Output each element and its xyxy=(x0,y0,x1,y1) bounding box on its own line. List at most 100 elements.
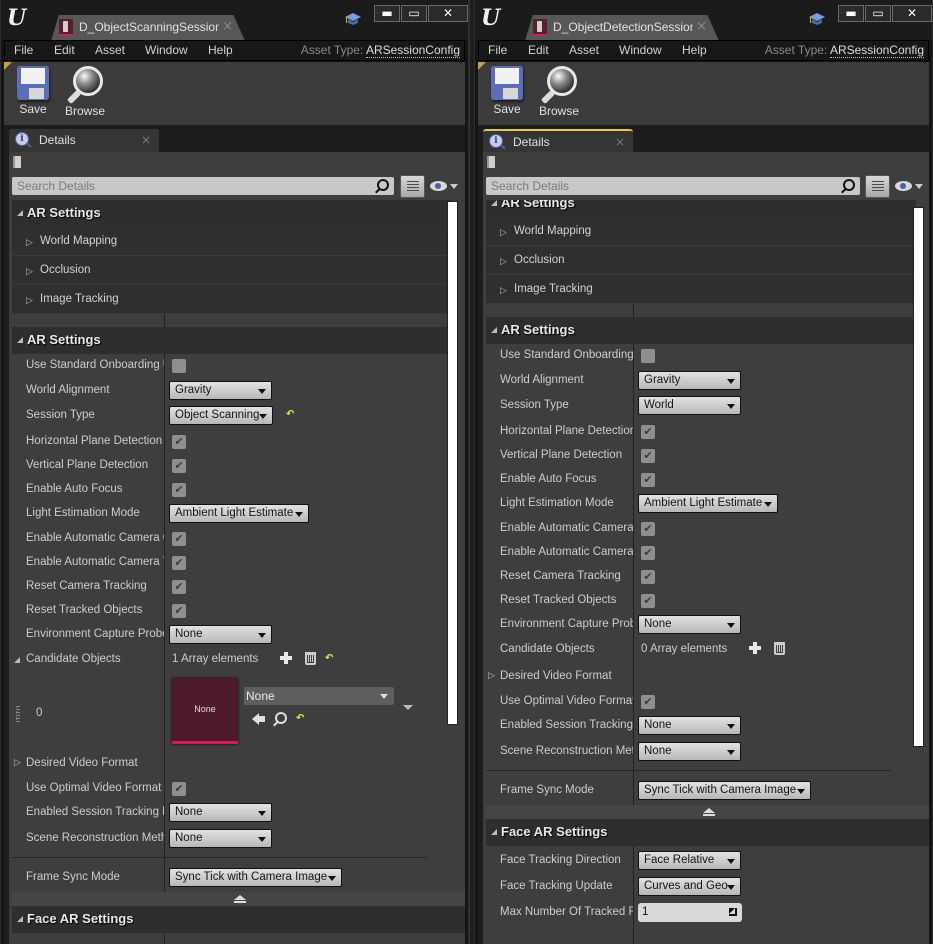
visibility-filter-button[interactable] xyxy=(430,179,460,193)
close-details-icon[interactable]: × xyxy=(141,133,151,147)
close-tab-icon[interactable]: × xyxy=(696,19,707,34)
subcategory-world-mapping[interactable]: ▷ World Mapping xyxy=(486,217,916,246)
title-bar[interactable]: U D_ObjectScanningSession × ▬ ▭ ✕ xyxy=(1,0,468,41)
window-close-button[interactable]: ✕ xyxy=(892,5,932,22)
dropdown[interactable]: None xyxy=(169,803,272,822)
asset-picker-dropdown[interactable]: None xyxy=(244,687,394,705)
dropdown[interactable]: Curves and Geo xyxy=(638,877,741,896)
dropdown[interactable]: Sync Tick with Camera Image xyxy=(169,868,342,887)
category-header-ar-settings[interactable]: AR Settings xyxy=(12,200,452,227)
asset-type-link[interactable]: ARSessionConfig xyxy=(365,43,460,58)
drag-handle[interactable] xyxy=(16,706,20,722)
dropdown[interactable]: World xyxy=(638,396,741,415)
title-bar[interactable]: U D_ObjectDetectionSession × ▬ ▭ ✕ xyxy=(475,0,932,41)
browse-asset-icon[interactable] xyxy=(275,712,287,724)
reset-to-default-icon[interactable]: ↶ xyxy=(325,653,333,664)
checkbox-checked[interactable]: ✔ xyxy=(172,435,186,449)
category-header-ar-settings[interactable]: AR Settings xyxy=(486,317,916,344)
dropdown[interactable]: None xyxy=(638,742,741,761)
maximize-button[interactable]: ▭ xyxy=(401,5,427,22)
dropdown[interactable]: Sync Tick with Camera Image xyxy=(638,781,811,800)
asset-thumbnail[interactable]: None xyxy=(172,678,238,744)
checkbox-unchecked[interactable]: ✔ xyxy=(172,359,186,373)
dropdown[interactable]: Gravity xyxy=(169,381,272,400)
close-details-icon[interactable]: × xyxy=(615,135,625,149)
view-options-button[interactable] xyxy=(865,175,890,198)
save-button[interactable]: Save xyxy=(8,66,58,116)
dropdown[interactable]: Gravity xyxy=(638,371,741,390)
menu-file[interactable]: File xyxy=(14,43,33,57)
vertical-scrollbar[interactable] xyxy=(913,207,924,747)
window-close-button[interactable]: ✕ xyxy=(428,5,468,22)
subcategory-image-tracking[interactable]: ▷ Image Tracking xyxy=(486,275,916,304)
dropdown[interactable]: Face Relative xyxy=(638,851,741,870)
element-menu-caret-icon[interactable] xyxy=(403,705,413,710)
expand-arrow-icon[interactable]: ▷ xyxy=(14,758,21,768)
details-tab[interactable]: i Details × xyxy=(483,129,633,152)
number-input[interactable]: 1 xyxy=(638,903,742,922)
category-header-face-ar-settings[interactable]: Face AR Settings xyxy=(486,819,929,846)
menu-help[interactable]: Help xyxy=(208,43,233,57)
document-tab[interactable]: D_ObjectScanningSession × xyxy=(51,15,245,41)
learn-cap-icon[interactable] xyxy=(345,13,361,25)
subcategory-image-tracking[interactable]: ▷ Image Tracking xyxy=(12,285,452,314)
view-options-button[interactable] xyxy=(400,175,425,198)
subcategory-occlusion[interactable]: ▷ Occlusion xyxy=(12,256,452,285)
search-input[interactable] xyxy=(486,177,860,195)
delete-all-icon[interactable] xyxy=(305,652,316,665)
save-button[interactable]: Save xyxy=(482,66,532,116)
checkbox-checked[interactable]: ✔ xyxy=(172,556,186,570)
collapse-advanced-button[interactable] xyxy=(12,892,465,906)
close-tab-icon[interactable]: × xyxy=(222,19,233,34)
checkbox-checked[interactable]: ✔ xyxy=(641,522,655,536)
dropdown[interactable]: Ambient Light Estimate xyxy=(638,494,778,513)
category-header-face-ar-settings[interactable]: Face AR Settings xyxy=(12,906,465,933)
category-header-ar-settings[interactable]: AR Settings xyxy=(486,200,916,217)
dropdown[interactable]: None xyxy=(169,625,272,644)
dropdown[interactable]: Object Scanning xyxy=(169,406,273,425)
checkbox-unchecked[interactable]: ✔ xyxy=(641,349,655,363)
subcategory-world-mapping[interactable]: ▷ World Mapping xyxy=(12,227,452,256)
learn-cap-icon[interactable] xyxy=(809,13,825,25)
browse-button[interactable]: Browse xyxy=(60,66,110,118)
menu-help[interactable]: Help xyxy=(682,43,707,57)
search-details[interactable] xyxy=(486,177,860,195)
checkbox-checked[interactable]: ✔ xyxy=(641,546,655,560)
checkbox-checked[interactable]: ✔ xyxy=(641,695,655,709)
collapse-advanced-button[interactable] xyxy=(486,805,929,819)
dropdown[interactable]: Ambient Light Estimate xyxy=(169,504,309,523)
add-element-icon[interactable] xyxy=(748,641,762,655)
checkbox-checked[interactable]: ✔ xyxy=(172,604,186,618)
delete-all-icon[interactable] xyxy=(774,642,785,655)
checkbox-checked[interactable]: ✔ xyxy=(641,594,655,608)
asset-type-link[interactable]: ARSessionConfig xyxy=(829,43,924,58)
category-header-ar-settings[interactable]: AR Settings xyxy=(12,327,452,354)
menu-window[interactable]: Window xyxy=(145,43,188,57)
slider-drag-icon[interactable] xyxy=(729,908,737,916)
menu-edit[interactable]: Edit xyxy=(528,43,549,57)
checkbox-checked[interactable]: ✔ xyxy=(641,570,655,584)
checkbox-checked[interactable]: ✔ xyxy=(641,473,655,487)
collapse-triangle-icon[interactable] xyxy=(14,657,20,663)
dropdown[interactable]: None xyxy=(638,716,741,735)
menu-window[interactable]: Window xyxy=(619,43,662,57)
dropdown[interactable]: None xyxy=(169,829,272,848)
reset-to-default-icon[interactable]: ↶ xyxy=(286,409,294,420)
checkbox-checked[interactable]: ✔ xyxy=(172,782,186,796)
minimize-button[interactable]: ▬ xyxy=(374,5,400,22)
dropdown[interactable]: None xyxy=(638,615,741,634)
checkbox-checked[interactable]: ✔ xyxy=(172,483,186,497)
subcategory-occlusion[interactable]: ▷ Occlusion xyxy=(486,246,916,275)
checkbox-checked[interactable]: ✔ xyxy=(172,532,186,546)
document-tab[interactable]: D_ObjectDetectionSession × xyxy=(525,15,719,41)
vertical-scrollbar[interactable] xyxy=(447,201,458,725)
minimize-button[interactable]: ▬ xyxy=(838,5,864,22)
search-details[interactable] xyxy=(12,177,394,195)
details-tab[interactable]: i Details × xyxy=(9,129,159,152)
search-input[interactable] xyxy=(12,177,394,195)
menu-asset[interactable]: Asset xyxy=(569,43,599,57)
checkbox-checked[interactable]: ✔ xyxy=(172,580,186,594)
browse-button[interactable]: Browse xyxy=(534,66,584,118)
expand-arrow-icon[interactable]: ▷ xyxy=(488,671,495,681)
maximize-button[interactable]: ▭ xyxy=(865,5,891,22)
